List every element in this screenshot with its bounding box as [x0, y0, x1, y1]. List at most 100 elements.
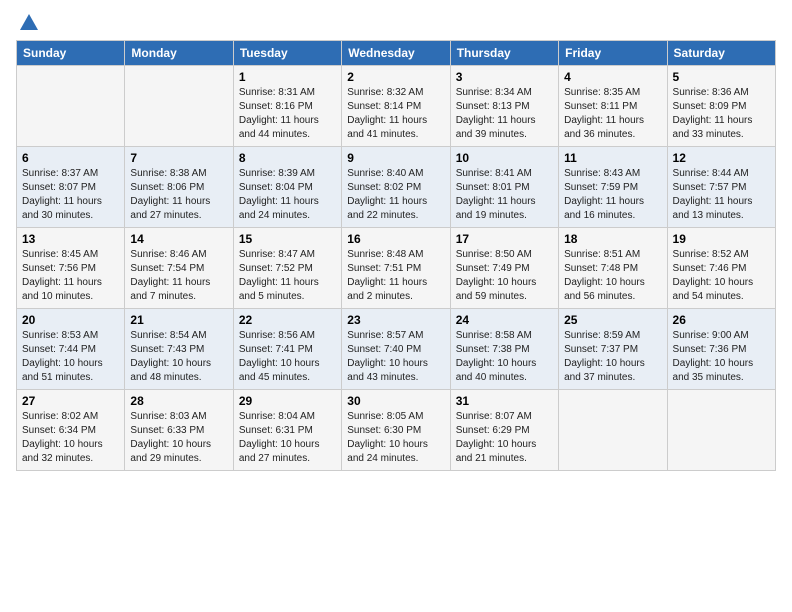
- day-number: 13: [22, 232, 119, 246]
- page-container: SundayMondayTuesdayWednesdayThursdayFrid…: [0, 0, 792, 481]
- day-info: Sunrise: 8:43 AMSunset: 7:59 PMDaylight:…: [564, 167, 661, 223]
- calendar-cell: 31 Sunrise: 8:07 AMSunset: 6:29 PMDayligh…: [450, 390, 558, 471]
- calendar-cell: 14 Sunrise: 8:46 AMSunset: 7:54 PMDayligh…: [125, 228, 233, 309]
- weekday-header: Friday: [559, 41, 667, 66]
- day-info: Sunrise: 8:37 AMSunset: 8:07 PMDaylight:…: [22, 167, 119, 223]
- day-number: 21: [130, 313, 227, 327]
- day-info: Sunrise: 8:36 AMSunset: 8:09 PMDaylight:…: [673, 86, 770, 142]
- calendar-cell: 1 Sunrise: 8:31 AMSunset: 8:16 PMDaylight…: [233, 66, 341, 147]
- calendar-week-row: 20Sunrise: 8:53 AMSunset: 7:44 PMDayligh…: [17, 309, 776, 390]
- day-number: 17: [456, 232, 553, 246]
- day-number: 14: [130, 232, 227, 246]
- calendar-cell: 5Sunrise: 8:36 AMSunset: 8:09 PMDaylight…: [667, 66, 775, 147]
- day-number: 28: [130, 394, 227, 408]
- calendar-cell: [667, 390, 775, 471]
- calendar-cell: 4 Sunrise: 8:35 AMSunset: 8:11 PMDaylight…: [559, 66, 667, 147]
- day-info: Sunrise: 8:51 AMSunset: 7:48 PMDaylight:…: [564, 248, 661, 304]
- day-info: Sunrise: 8:48 AMSunset: 7:51 PMDaylight:…: [347, 248, 444, 304]
- calendar-cell: 19Sunrise: 8:52 AMSunset: 7:46 PMDayligh…: [667, 228, 775, 309]
- day-number: 9: [347, 151, 444, 165]
- day-info: Sunrise: 8:58 AMSunset: 7:38 PMDaylight:…: [456, 329, 553, 385]
- day-number: 31: [456, 394, 553, 408]
- day-info: Sunrise: 8:46 AMSunset: 7:54 PMDaylight:…: [130, 248, 227, 304]
- calendar-week-row: 27Sunrise: 8:02 AMSunset: 6:34 PMDayligh…: [17, 390, 776, 471]
- day-info: Sunrise: 8:31 AMSunset: 8:16 PMDaylight:…: [239, 86, 336, 142]
- calendar-cell: 10 Sunrise: 8:41 AMSunset: 8:01 PMDayligh…: [450, 147, 558, 228]
- day-info: Sunrise: 8:35 AMSunset: 8:11 PMDaylight:…: [564, 86, 661, 142]
- day-info: Sunrise: 8:45 AMSunset: 7:56 PMDaylight:…: [22, 248, 119, 304]
- day-info: Sunrise: 8:54 AMSunset: 7:43 PMDaylight:…: [130, 329, 227, 385]
- day-info: Sunrise: 8:57 AMSunset: 7:40 PMDaylight:…: [347, 329, 444, 385]
- calendar-cell: 8Sunrise: 8:39 AMSunset: 8:04 PMDaylight…: [233, 147, 341, 228]
- day-number: 19: [673, 232, 770, 246]
- calendar-cell: 12 Sunrise: 8:44 AMSunset: 7:57 PMDayligh…: [667, 147, 775, 228]
- calendar-cell: 17 Sunrise: 8:50 AMSunset: 7:49 PMDayligh…: [450, 228, 558, 309]
- day-info: Sunrise: 8:56 AMSunset: 7:41 PMDaylight:…: [239, 329, 336, 385]
- calendar-cell: 13 Sunrise: 8:45 AMSunset: 7:56 PMDayligh…: [17, 228, 125, 309]
- weekday-header: Sunday: [17, 41, 125, 66]
- day-number: 24: [456, 313, 553, 327]
- day-info: Sunrise: 8:41 AMSunset: 8:01 PMDaylight:…: [456, 167, 553, 223]
- calendar-cell: 24 Sunrise: 8:58 AMSunset: 7:38 PMDayligh…: [450, 309, 558, 390]
- calendar-table: SundayMondayTuesdayWednesdayThursdayFrid…: [16, 40, 776, 471]
- logo: [16, 16, 40, 30]
- day-number: 1: [239, 70, 336, 84]
- calendar-cell: 30Sunrise: 8:05 AMSunset: 6:30 PMDayligh…: [342, 390, 450, 471]
- calendar-week-row: 13 Sunrise: 8:45 AMSunset: 7:56 PMDayligh…: [17, 228, 776, 309]
- calendar-cell: 23Sunrise: 8:57 AMSunset: 7:40 PMDayligh…: [342, 309, 450, 390]
- page-header: [16, 16, 776, 30]
- day-number: 30: [347, 394, 444, 408]
- day-number: 16: [347, 232, 444, 246]
- calendar-cell: 18 Sunrise: 8:51 AMSunset: 7:48 PMDayligh…: [559, 228, 667, 309]
- calendar-cell: 20Sunrise: 8:53 AMSunset: 7:44 PMDayligh…: [17, 309, 125, 390]
- calendar-cell: 9 Sunrise: 8:40 AMSunset: 8:02 PMDaylight…: [342, 147, 450, 228]
- calendar-header-row: SundayMondayTuesdayWednesdayThursdayFrid…: [17, 41, 776, 66]
- weekday-header: Thursday: [450, 41, 558, 66]
- calendar-cell: 16 Sunrise: 8:48 AMSunset: 7:51 PMDayligh…: [342, 228, 450, 309]
- calendar-cell: 28 Sunrise: 8:03 AMSunset: 6:33 PMDayligh…: [125, 390, 233, 471]
- day-number: 6: [22, 151, 119, 165]
- day-info: Sunrise: 8:59 AMSunset: 7:37 PMDaylight:…: [564, 329, 661, 385]
- day-info: Sunrise: 9:00 AMSunset: 7:36 PMDaylight:…: [673, 329, 770, 385]
- day-info: Sunrise: 8:44 AMSunset: 7:57 PMDaylight:…: [673, 167, 770, 223]
- day-number: 12: [673, 151, 770, 165]
- day-number: 26: [673, 313, 770, 327]
- calendar-cell: 22 Sunrise: 8:56 AMSunset: 7:41 PMDayligh…: [233, 309, 341, 390]
- day-number: 4: [564, 70, 661, 84]
- day-number: 15: [239, 232, 336, 246]
- weekday-header: Monday: [125, 41, 233, 66]
- calendar-cell: 21 Sunrise: 8:54 AMSunset: 7:43 PMDayligh…: [125, 309, 233, 390]
- calendar-cell: 15 Sunrise: 8:47 AMSunset: 7:52 PMDayligh…: [233, 228, 341, 309]
- day-number: 10: [456, 151, 553, 165]
- calendar-cell: 11 Sunrise: 8:43 AMSunset: 7:59 PMDayligh…: [559, 147, 667, 228]
- day-number: 22: [239, 313, 336, 327]
- calendar-cell: 2 Sunrise: 8:32 AMSunset: 8:14 PMDaylight…: [342, 66, 450, 147]
- calendar-cell: 25Sunrise: 8:59 AMSunset: 7:37 PMDayligh…: [559, 309, 667, 390]
- day-info: Sunrise: 8:34 AMSunset: 8:13 PMDaylight:…: [456, 86, 553, 142]
- calendar-cell: 7 Sunrise: 8:38 AMSunset: 8:06 PMDaylight…: [125, 147, 233, 228]
- day-info: Sunrise: 8:40 AMSunset: 8:02 PMDaylight:…: [347, 167, 444, 223]
- calendar-cell: [559, 390, 667, 471]
- day-number: 3: [456, 70, 553, 84]
- calendar-cell: [17, 66, 125, 147]
- day-info: Sunrise: 8:50 AMSunset: 7:49 PMDaylight:…: [456, 248, 553, 304]
- day-info: Sunrise: 8:32 AMSunset: 8:14 PMDaylight:…: [347, 86, 444, 142]
- calendar-cell: 27Sunrise: 8:02 AMSunset: 6:34 PMDayligh…: [17, 390, 125, 471]
- calendar-cell: 3 Sunrise: 8:34 AMSunset: 8:13 PMDaylight…: [450, 66, 558, 147]
- day-info: Sunrise: 8:38 AMSunset: 8:06 PMDaylight:…: [130, 167, 227, 223]
- day-number: 11: [564, 151, 661, 165]
- day-info: Sunrise: 8:03 AMSunset: 6:33 PMDaylight:…: [130, 410, 227, 466]
- weekday-header: Tuesday: [233, 41, 341, 66]
- day-info: Sunrise: 8:07 AMSunset: 6:29 PMDaylight:…: [456, 410, 553, 466]
- calendar-week-row: 6 Sunrise: 8:37 AMSunset: 8:07 PMDaylight…: [17, 147, 776, 228]
- day-info: Sunrise: 8:47 AMSunset: 7:52 PMDaylight:…: [239, 248, 336, 304]
- day-info: Sunrise: 8:04 AMSunset: 6:31 PMDaylight:…: [239, 410, 336, 466]
- day-number: 2: [347, 70, 444, 84]
- day-number: 18: [564, 232, 661, 246]
- day-number: 7: [130, 151, 227, 165]
- calendar-cell: 29Sunrise: 8:04 AMSunset: 6:31 PMDayligh…: [233, 390, 341, 471]
- calendar-cell: [125, 66, 233, 147]
- weekday-header: Wednesday: [342, 41, 450, 66]
- calendar-cell: 6 Sunrise: 8:37 AMSunset: 8:07 PMDaylight…: [17, 147, 125, 228]
- day-info: Sunrise: 8:39 AMSunset: 8:04 PMDaylight:…: [239, 167, 336, 223]
